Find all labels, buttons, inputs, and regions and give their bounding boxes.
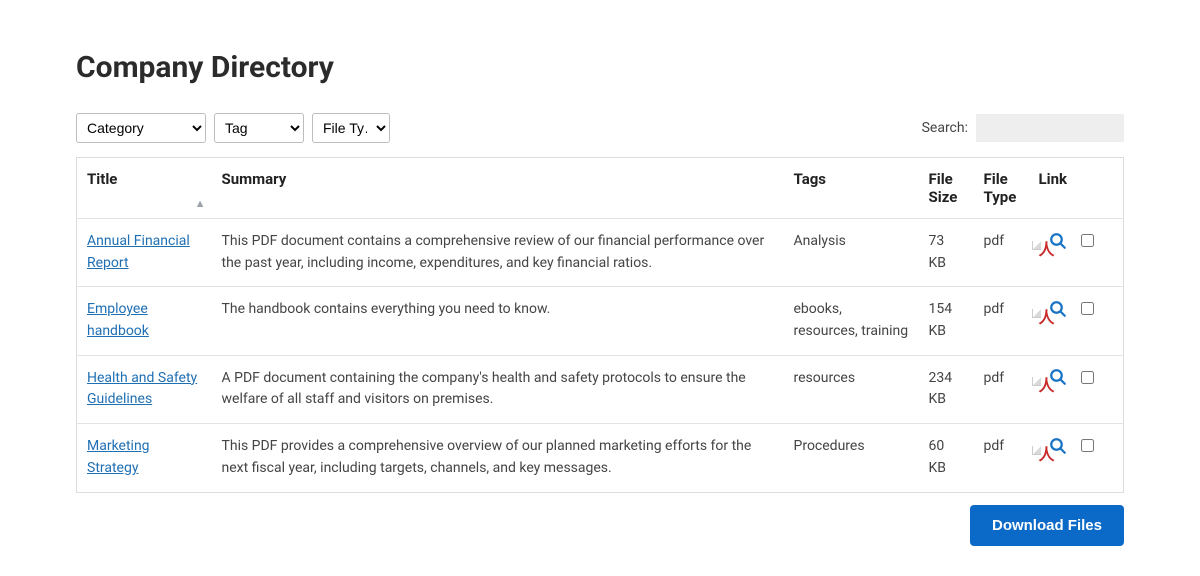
row-title-link[interactable]: Annual Financial Report [87,233,190,271]
table-row: Annual Financial Report This PDF documen… [77,219,1124,287]
row-select-checkbox[interactable] [1081,302,1094,315]
row-title-link[interactable]: Employee handbook [87,301,149,339]
row-summary: This PDF provides a comprehensive overvi… [212,424,784,492]
col-header-tags[interactable]: Tags [784,158,919,219]
row-filetype: pdf [974,219,1029,287]
col-header-filesize-label: File Size [929,170,958,206]
row-summary: A PDF document containing the company's … [212,355,784,423]
filter-bar: Category Tag File Ty… [76,113,390,143]
row-title-link[interactable]: Marketing Strategy [87,438,150,476]
row-filesize: 73 KB [919,219,974,287]
directory-table: Title ▲ Summary Tags File Size File Type… [76,157,1124,493]
download-files-button[interactable]: Download Files [970,505,1124,546]
row-summary: This PDF document contains a comprehensi… [212,219,784,287]
row-tags: ebooks, resources, training [784,287,919,355]
page-title: Company Directory [76,50,1124,85]
row-filetype: pdf [974,287,1029,355]
col-header-link-label: Link [1039,170,1068,188]
row-select-checkbox[interactable] [1081,234,1094,247]
row-select-checkbox[interactable] [1081,439,1094,452]
table-row: Marketing Strategy This PDF provides a c… [77,424,1124,492]
row-title-link[interactable]: Health and Safety Guidelines [87,370,197,408]
col-header-title[interactable]: Title ▲ [77,158,212,219]
search-input[interactable] [976,114,1124,142]
table-row: Health and Safety Guidelines A PDF docum… [77,355,1124,423]
col-header-filesize[interactable]: File Size [919,158,974,219]
col-header-tags-label: Tags [794,170,827,188]
tag-select[interactable]: Tag [214,113,304,143]
sort-indicator-icon: ▲ [195,197,206,210]
row-tags: resources [784,355,919,423]
row-filesize: 60 KB [919,424,974,492]
row-filesize: 234 KB [919,355,974,423]
row-filesize: 154 KB [919,287,974,355]
col-header-filetype-label: File Type [984,170,1017,206]
row-summary: The handbook contains everything you nee… [212,287,784,355]
row-filetype: pdf [974,355,1029,423]
col-header-link[interactable]: Link [1029,158,1124,219]
category-select[interactable]: Category [76,113,206,143]
col-header-title-label: Title [87,170,117,188]
row-tags: Procedures [784,424,919,492]
row-filetype: pdf [974,424,1029,492]
filetype-select[interactable]: File Ty… [312,113,390,143]
col-header-filetype[interactable]: File Type [974,158,1029,219]
search-label: Search: [922,120,968,136]
row-select-checkbox[interactable] [1081,371,1094,384]
row-tags: Analysis [784,219,919,287]
col-header-summary[interactable]: Summary [212,158,784,219]
table-row: Employee handbook The handbook contains … [77,287,1124,355]
col-header-summary-label: Summary [222,170,287,188]
